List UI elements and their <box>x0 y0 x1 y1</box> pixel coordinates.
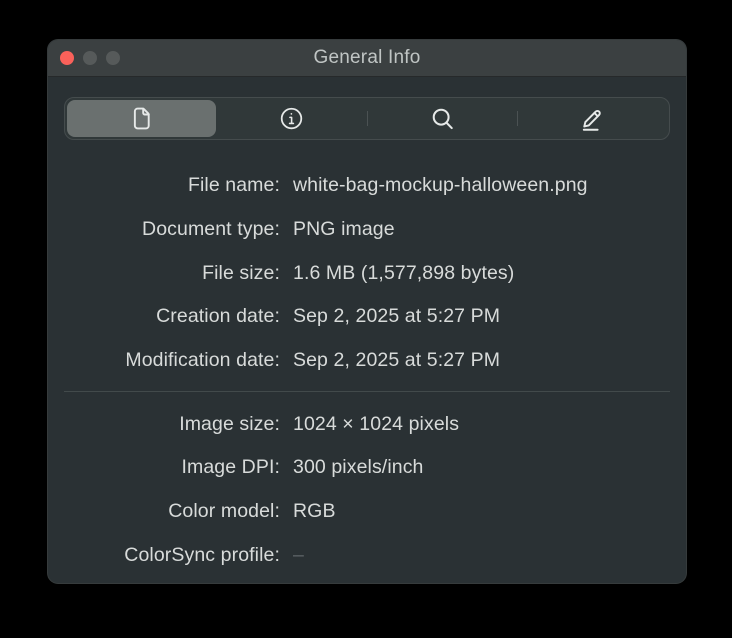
field-label: Color model: <box>64 500 280 523</box>
field-value: RGB <box>293 500 336 523</box>
field-label: Creation date: <box>64 305 280 328</box>
field-value: – <box>293 544 304 567</box>
field-value: 1.6 MB (1,577,898 bytes) <box>293 262 514 285</box>
section-divider <box>64 391 670 392</box>
field-file-size: File size: 1.6 MB (1,577,898 bytes) <box>64 251 686 295</box>
window-titlebar[interactable]: General Info <box>48 40 686 77</box>
tab-more-info[interactable] <box>217 100 366 137</box>
traffic-lights <box>60 40 120 76</box>
field-value: Sep 2, 2025 at 5:27 PM <box>293 349 500 372</box>
inspector-tab-bar <box>64 97 670 140</box>
tab-search[interactable] <box>368 100 517 137</box>
field-label: Image size: <box>64 413 280 436</box>
field-image-size: Image size: 1024 × 1024 pixels <box>64 402 686 446</box>
field-file-name: File name: white-bag-mockup-halloween.pn… <box>64 164 686 208</box>
field-label: File name: <box>64 174 280 197</box>
inspector-toolbar <box>64 97 670 140</box>
minimize-button[interactable] <box>83 51 97 65</box>
search-icon <box>429 105 456 132</box>
field-color-model: Color model: RGB <box>64 490 686 534</box>
field-label: File size: <box>64 262 280 285</box>
info-icon <box>278 105 305 132</box>
field-colorsync-profile: ColorSync profile: – <box>64 534 686 578</box>
field-modification-date: Modification date: Sep 2, 2025 at 5:27 P… <box>64 339 686 383</box>
field-label: Modification date: <box>64 349 280 372</box>
zoom-button[interactable] <box>106 51 120 65</box>
general-info-window: General Info <box>48 40 686 583</box>
field-document-type: Document type: PNG image <box>64 208 686 252</box>
document-icon <box>128 105 155 132</box>
field-creation-date: Creation date: Sep 2, 2025 at 5:27 PM <box>64 295 686 339</box>
tab-general-info[interactable] <box>67 100 216 137</box>
field-image-dpi: Image DPI: 300 pixels/inch <box>64 446 686 490</box>
field-value: Sep 2, 2025 at 5:27 PM <box>293 305 500 328</box>
info-fields: File name: white-bag-mockup-halloween.pn… <box>48 164 686 577</box>
close-button[interactable] <box>60 51 74 65</box>
field-value: white-bag-mockup-halloween.png <box>293 174 588 197</box>
window-title: General Info <box>314 47 421 69</box>
field-value: 300 pixels/inch <box>293 456 424 479</box>
field-value: PNG image <box>293 218 395 241</box>
field-label: Image DPI: <box>64 456 280 479</box>
tab-markup[interactable] <box>518 100 667 137</box>
markup-icon <box>578 104 607 133</box>
field-label: ColorSync profile: <box>64 544 280 567</box>
field-label: Document type: <box>64 218 280 241</box>
field-value: 1024 × 1024 pixels <box>293 413 459 436</box>
